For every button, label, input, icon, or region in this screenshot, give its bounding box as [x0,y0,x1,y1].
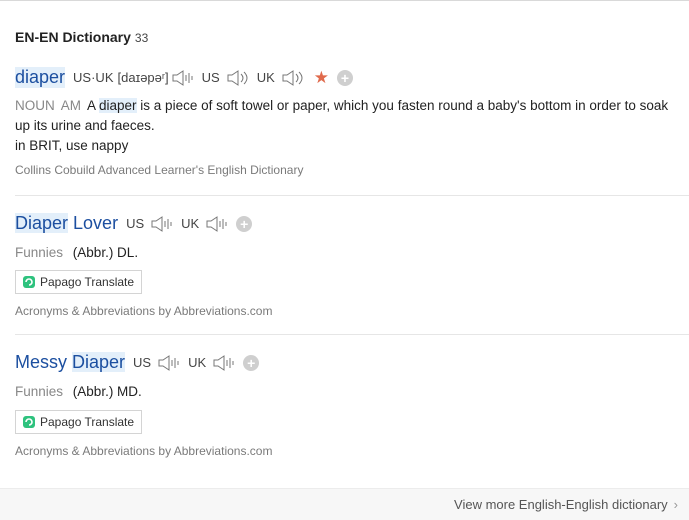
headword[interactable]: Diaper Lover [15,213,118,234]
source-link[interactable]: Acronyms & Abbreviations by Abbreviation… [15,444,272,458]
source-link[interactable]: Acronyms & Abbreviations by Abbreviation… [15,304,272,318]
pronunciation-both: US·UK [dаɪəpəʳ] [73,69,202,86]
papago-translate-button[interactable]: Papago Translate [15,270,142,294]
divider [15,195,689,196]
star-icon[interactable]: ★ [314,68,329,88]
entry-diaper: diaper US·UK [dаɪəpəʳ] US UK ★ + NOUN AM A… [15,67,689,177]
papago-icon [23,276,35,288]
speaker-icon[interactable] [212,354,236,371]
abbreviation: Funnies (Abbr.) MD. [15,384,142,399]
section-header: EN-EN Dictionary 33 [15,29,148,45]
pronunciation-uk: UK [257,69,312,86]
section-title: EN-EN Dictionary [15,29,131,45]
source-link[interactable]: Collins Cobuild Advanced Learner's Engli… [15,163,689,177]
plus-icon[interactable]: + [337,69,353,86]
category-label: Funnies [15,384,64,399]
speaker-icon[interactable] [281,69,305,86]
divider [15,334,689,335]
pronunciation-us: US [126,215,181,232]
speaker-icon[interactable] [226,69,250,86]
plus-icon[interactable]: + [243,354,260,371]
pronunciation-uk: UK [188,354,243,371]
pronunciation-uk: UK [181,215,236,232]
pronunciation-us: US [133,354,188,371]
papago-icon [23,416,35,428]
region-label: AM [60,98,81,113]
papago-translate-button[interactable]: Papago Translate [15,410,142,434]
result-count: 33 [134,31,149,45]
chevron-right-icon: › [673,497,678,512]
definition: NOUN AM A diaper is a piece of soft towel … [15,98,669,133]
us-uk-label: US·UK [73,70,114,85]
speaker-icon[interactable] [171,69,195,86]
speaker-icon[interactable] [150,215,174,232]
usage-note: in BRIT, use nappy [15,138,129,153]
pronunciation-us: US [202,69,257,86]
phonetic: [dаɪəpəʳ] [117,70,169,85]
abbreviation: Funnies (Abbr.) DL. [15,245,139,260]
speaker-icon[interactable] [205,215,229,232]
footer-bar: View more English-English dictionary › [0,488,689,520]
top-divider [0,0,689,1]
entry-messy-diaper: Messy Diaper US UK + Funnies (Abbr.) MD. [15,352,689,402]
plus-icon[interactable]: + [236,215,253,232]
headword[interactable]: diaper [15,67,66,88]
headword[interactable]: Messy Diaper [15,352,126,373]
speaker-icon[interactable] [157,354,181,371]
part-of-speech: NOUN [15,98,55,113]
entry-diaper-lover: Diaper Lover US UK + Funnies (Abbr.) DL. [15,213,689,263]
category-label: Funnies [15,245,64,260]
view-more-link[interactable]: View more English-English dictionary › [454,497,678,512]
